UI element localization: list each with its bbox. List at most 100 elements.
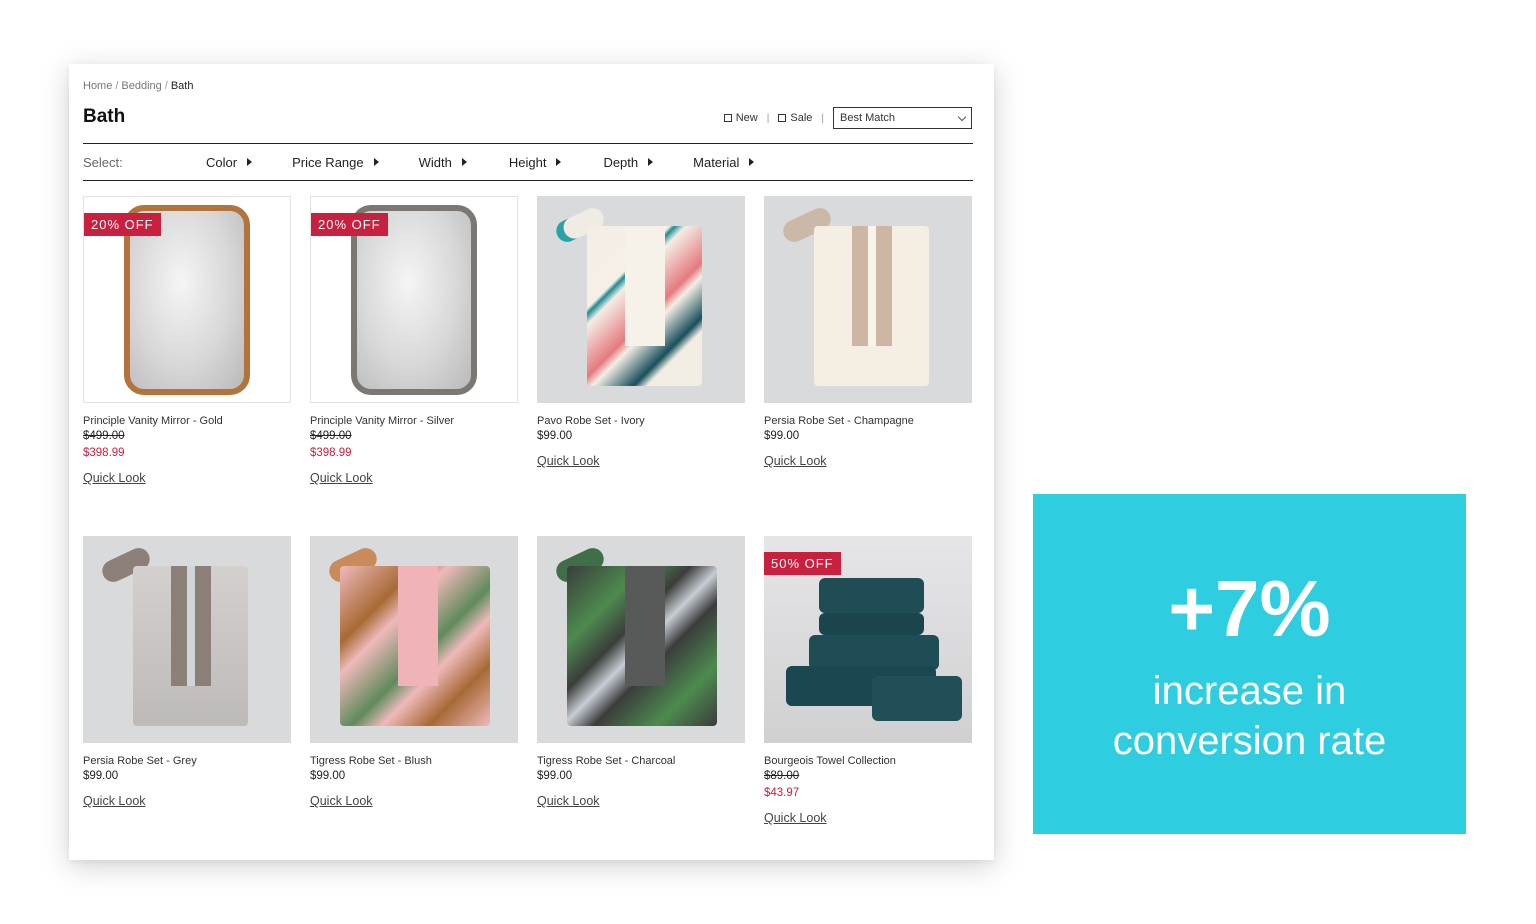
breadcrumb-home[interactable]: Home bbox=[83, 80, 112, 92]
price: $99.00 bbox=[537, 770, 573, 782]
price: $99.00 bbox=[537, 430, 573, 442]
stat-caption-line2: conversion rate bbox=[1112, 719, 1387, 763]
product-name[interactable]: Tigress Robe Set - Charcoal bbox=[537, 755, 745, 767]
robe-collar bbox=[852, 226, 892, 346]
original-price: $499.00 bbox=[83, 430, 125, 442]
breadcrumb: Home / Bedding / Bath bbox=[83, 80, 193, 92]
product-name[interactable]: Persia Robe Set - Champagne bbox=[764, 415, 972, 427]
product-image[interactable] bbox=[83, 536, 291, 743]
quick-look-link[interactable]: Quick Look bbox=[537, 454, 600, 468]
divider: | bbox=[821, 112, 824, 124]
filter-price-range-label: Price Range bbox=[292, 154, 364, 170]
filter-width[interactable]: Width bbox=[419, 155, 467, 170]
sort-dropdown[interactable]: Best Match bbox=[833, 107, 972, 129]
stat-value: +7% bbox=[1168, 564, 1331, 653]
price: $99.00 bbox=[764, 430, 800, 442]
product-card: 20% OFF Principle Vanity Mirror - Silver… bbox=[310, 196, 518, 487]
checkbox-icon bbox=[723, 114, 732, 122]
toolbar: New | Sale | Best Match bbox=[723, 107, 972, 129]
filter-material[interactable]: Material bbox=[693, 154, 755, 170]
product-name[interactable]: Principle Vanity Mirror - Gold bbox=[83, 415, 291, 427]
product-image[interactable]: 50% OFF bbox=[764, 536, 972, 743]
product-image[interactable] bbox=[310, 536, 518, 743]
filter-height[interactable]: Height bbox=[509, 155, 562, 170]
sale-price: $398.99 bbox=[310, 447, 352, 459]
product-card: 50% OFF Bourgeois Towel Collection $89.0… bbox=[764, 536, 972, 827]
product-name[interactable]: Pavo Robe Set - Ivory bbox=[537, 415, 745, 427]
robe-collar bbox=[171, 566, 211, 686]
product-name[interactable]: Tigress Robe Set - Blush bbox=[310, 755, 518, 767]
breadcrumb-separator: / bbox=[164, 80, 168, 92]
robe-collar bbox=[398, 566, 438, 686]
product-image[interactable]: 20% OFF bbox=[83, 196, 291, 403]
product-card: 20% OFF Principle Vanity Mirror - Gold $… bbox=[83, 196, 291, 487]
sale-price: $398.99 bbox=[83, 447, 125, 459]
quick-look-link[interactable]: Quick Look bbox=[83, 471, 146, 485]
filter-depth[interactable]: Depth bbox=[603, 154, 654, 170]
filter-width-label: Width bbox=[418, 154, 452, 170]
product-image[interactable] bbox=[537, 196, 745, 403]
caret-right-icon bbox=[556, 158, 562, 166]
discount-badge: 20% OFF bbox=[84, 213, 161, 236]
product-card: Tigress Robe Set - Blush $99.00 Quick Lo… bbox=[310, 536, 518, 810]
filter-color[interactable]: Color bbox=[206, 154, 253, 170]
robe-photo bbox=[537, 196, 745, 403]
quick-look-link[interactable]: Quick Look bbox=[764, 454, 827, 468]
quick-look-link[interactable]: Quick Look bbox=[310, 794, 373, 808]
original-price: $499.00 bbox=[310, 430, 352, 442]
filter-material-label: Material bbox=[693, 154, 740, 170]
product-card: Tigress Robe Set - Charcoal $99.00 Quick… bbox=[537, 536, 745, 810]
caret-right-icon bbox=[461, 158, 467, 166]
product-image[interactable] bbox=[764, 196, 972, 403]
product-name[interactable]: Principle Vanity Mirror - Silver bbox=[310, 415, 518, 427]
product-card: Pavo Robe Set - Ivory $99.00 Quick Look bbox=[537, 196, 745, 470]
quick-look-link[interactable]: Quick Look bbox=[764, 811, 827, 825]
product-listing-card: Home / Bedding / Bath Bath New | Sale | Best… bbox=[69, 64, 994, 860]
breadcrumb-bedding[interactable]: Bedding bbox=[121, 80, 161, 92]
filter-depth-label: Depth bbox=[603, 154, 639, 170]
quick-look-link[interactable]: Quick Look bbox=[310, 471, 373, 485]
quick-look-link[interactable]: Quick Look bbox=[83, 794, 146, 808]
new-checkbox[interactable]: New bbox=[723, 112, 758, 124]
sort-selected-value: Best Match bbox=[840, 112, 896, 124]
sale-checkbox-label: Sale bbox=[790, 112, 813, 124]
robe-photo bbox=[537, 536, 745, 743]
divider: | bbox=[766, 112, 770, 124]
discount-badge: 20% OFF bbox=[311, 213, 388, 236]
robe-collar bbox=[625, 566, 665, 686]
page-title: Bath bbox=[83, 106, 126, 127]
robe-photo bbox=[310, 536, 518, 743]
sale-price: $43.97 bbox=[764, 787, 800, 799]
quick-look-link[interactable]: Quick Look bbox=[537, 794, 600, 808]
product-card: Persia Robe Set - Grey $99.00 Quick Look bbox=[83, 536, 291, 810]
towel-image bbox=[872, 676, 962, 721]
original-price: $89.00 bbox=[764, 770, 800, 782]
product-name[interactable]: Persia Robe Set - Grey bbox=[83, 755, 291, 767]
towel-image bbox=[809, 635, 939, 670]
robe-photo bbox=[764, 196, 972, 403]
filter-price-range[interactable]: Price Range bbox=[292, 155, 379, 170]
caret-right-icon bbox=[749, 158, 755, 166]
discount-badge: 50% OFF bbox=[764, 552, 841, 575]
price: $99.00 bbox=[310, 770, 346, 782]
filter-bar: Select: Color Price Range Width Height D… bbox=[83, 143, 973, 181]
breadcrumb-current: Bath bbox=[170, 80, 194, 92]
caret-right-icon bbox=[247, 158, 253, 166]
robe-collar bbox=[625, 226, 665, 346]
chevron-down-icon bbox=[957, 112, 967, 121]
stat-caption: increase in conversion rate bbox=[1033, 666, 1466, 766]
product-name[interactable]: Bourgeois Towel Collection bbox=[764, 755, 972, 767]
filter-color-label: Color bbox=[206, 154, 238, 170]
checkbox-icon bbox=[778, 114, 787, 122]
filter-height-label: Height bbox=[508, 154, 547, 170]
breadcrumb-separator: / bbox=[115, 80, 119, 92]
caret-right-icon bbox=[373, 158, 379, 166]
sale-checkbox[interactable]: Sale bbox=[778, 112, 812, 124]
towel-image bbox=[819, 613, 924, 635]
stat-caption-line1: increase in bbox=[1152, 669, 1347, 713]
new-checkbox-label: New bbox=[735, 112, 758, 124]
conversion-stat-box: +7% increase in conversion rate bbox=[1033, 494, 1466, 834]
product-image[interactable] bbox=[537, 536, 745, 743]
product-image[interactable]: 20% OFF bbox=[310, 196, 518, 403]
towel-image bbox=[819, 578, 924, 613]
